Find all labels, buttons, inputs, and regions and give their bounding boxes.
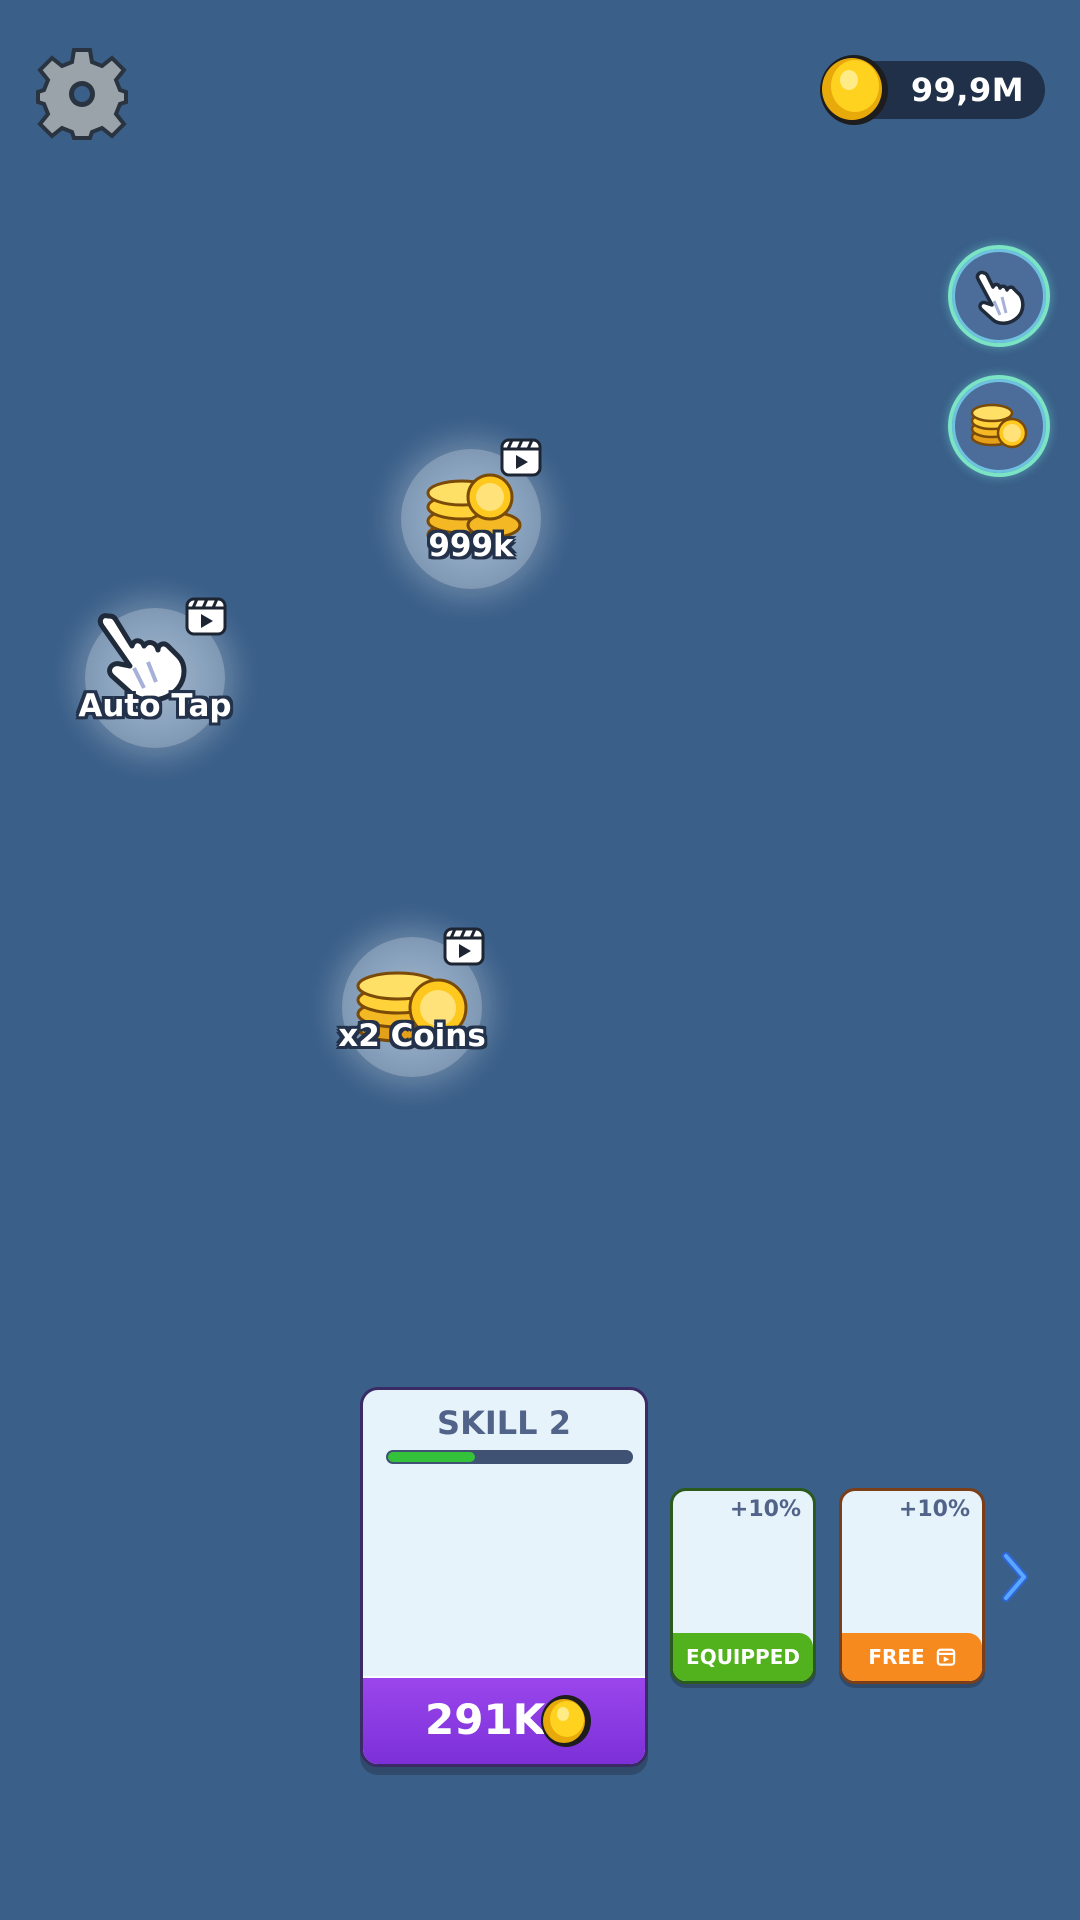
coin-balance: 99,9M [910, 71, 1025, 109]
equipped-label: EQUIPPED [673, 1633, 813, 1681]
auto-tap-button[interactable] [948, 245, 1050, 347]
bubble-label: 999k [428, 528, 514, 564]
coin-stack-icon [970, 403, 1028, 449]
settings-gear-button[interactable] [36, 46, 128, 142]
next-arrow-icon[interactable] [998, 1550, 1032, 1604]
bubble-label: Auto Tap [78, 688, 232, 724]
skill-title: SKILL 2 [437, 1404, 571, 1442]
skill-progress-bar [386, 1450, 633, 1464]
bonus-label: +10% [898, 1497, 970, 1522]
skill-card[interactable]: SKILL 2 291K [360, 1387, 648, 1767]
skill-price: 291K [425, 1695, 546, 1744]
free-skill-card[interactable]: +10% FREE [839, 1488, 985, 1684]
coin-boost-button[interactable] [948, 375, 1050, 477]
auto-tap-hand-icon [975, 270, 1025, 325]
coin-icon [541, 1695, 591, 1747]
equipped-skill-card[interactable]: +10% EQUIPPED [670, 1488, 816, 1684]
free-label: FREE [868, 1645, 925, 1669]
skill-progress-fill [388, 1452, 476, 1462]
video-ad-icon [500, 438, 542, 477]
video-ad-icon [185, 597, 227, 636]
coin-icon [816, 52, 892, 128]
bonus-label: +10% [729, 1497, 801, 1522]
video-ad-icon [443, 927, 485, 966]
video-ad-icon [936, 1648, 955, 1666]
gear-icon [36, 48, 128, 140]
bubble-label: x2 Coins [338, 1018, 486, 1054]
free-claim-button[interactable]: FREE [842, 1633, 982, 1681]
